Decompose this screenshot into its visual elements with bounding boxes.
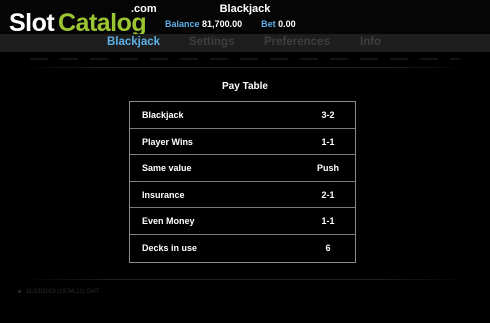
balance-value: 81,700.00 <box>202 19 243 29</box>
top-bar: Slot Catalog .com Blackjack Balance 81,7… <box>0 0 490 37</box>
bet-value: 0.00 <box>278 19 296 29</box>
paytable-title: Pay Table <box>222 81 268 92</box>
paytable-row: Same value Push <box>130 155 355 182</box>
paytable-row: Even Money 1-1 <box>130 208 355 235</box>
paytable-row-name: Blackjack <box>142 110 184 120</box>
faded-text-line <box>30 58 460 60</box>
paytable-row: Blackjack 3-2 <box>130 102 355 129</box>
paytable: Blackjack 3-2 Player Wins 1-1 Same value… <box>129 101 356 263</box>
tab-bar: Blackjack Settings Preferences Info <box>0 34 490 52</box>
paytable-row-value: 6 <box>325 242 331 253</box>
paytable-row-name: Same value <box>142 163 192 174</box>
paytable-row: Insurance 2-1 <box>130 182 355 209</box>
bet-label: Bet <box>261 19 276 29</box>
timestamp: 11/13/2019 (15:34:21) GMT <box>18 289 100 295</box>
paytable-row-value: 1-1 <box>321 216 335 227</box>
bullet-icon <box>18 289 21 293</box>
paytable-row-name: Insurance <box>142 189 185 200</box>
paytable-row: Decks in use 6 <box>130 235 355 262</box>
timestamp-text: 11/13/2019 (15:34:21) GMT <box>26 289 100 295</box>
divider <box>20 279 470 280</box>
paytable-row-value: 2-1 <box>321 189 335 200</box>
paytable-row: Player Wins 1-1 <box>130 129 355 156</box>
paytable-row-value: Push <box>316 163 339 174</box>
paytable-row-value: 1-1 <box>321 136 335 147</box>
tab-blackjack[interactable]: Blackjack <box>107 36 160 48</box>
tab-info[interactable]: Info <box>360 36 381 48</box>
paytable-row-name: Player Wins <box>142 136 193 147</box>
divider <box>20 67 470 68</box>
paytable-row-name: Even Money <box>142 216 195 227</box>
balance-bar: Balance 81,700.00 Bet 0.00 <box>165 19 296 29</box>
tab-settings[interactable]: Settings <box>189 36 234 48</box>
paytable-row-value: 3-2 <box>321 110 335 120</box>
tab-preferences[interactable]: Preferences <box>264 36 330 48</box>
game-title: Blackjack <box>219 3 271 15</box>
paytable-row-name: Decks in use <box>142 242 198 253</box>
balance-label: Balance <box>165 19 200 29</box>
